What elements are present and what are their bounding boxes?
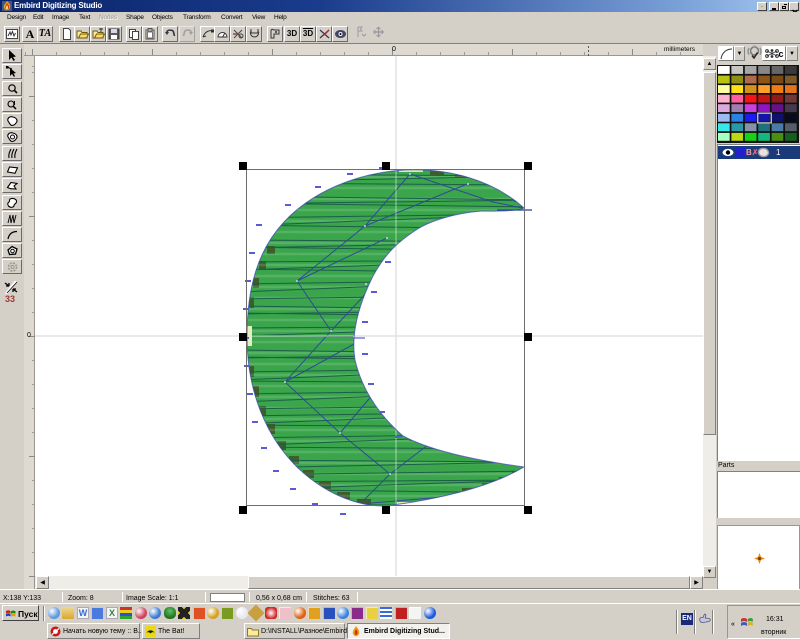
svg-text:c: c	[779, 49, 784, 59]
